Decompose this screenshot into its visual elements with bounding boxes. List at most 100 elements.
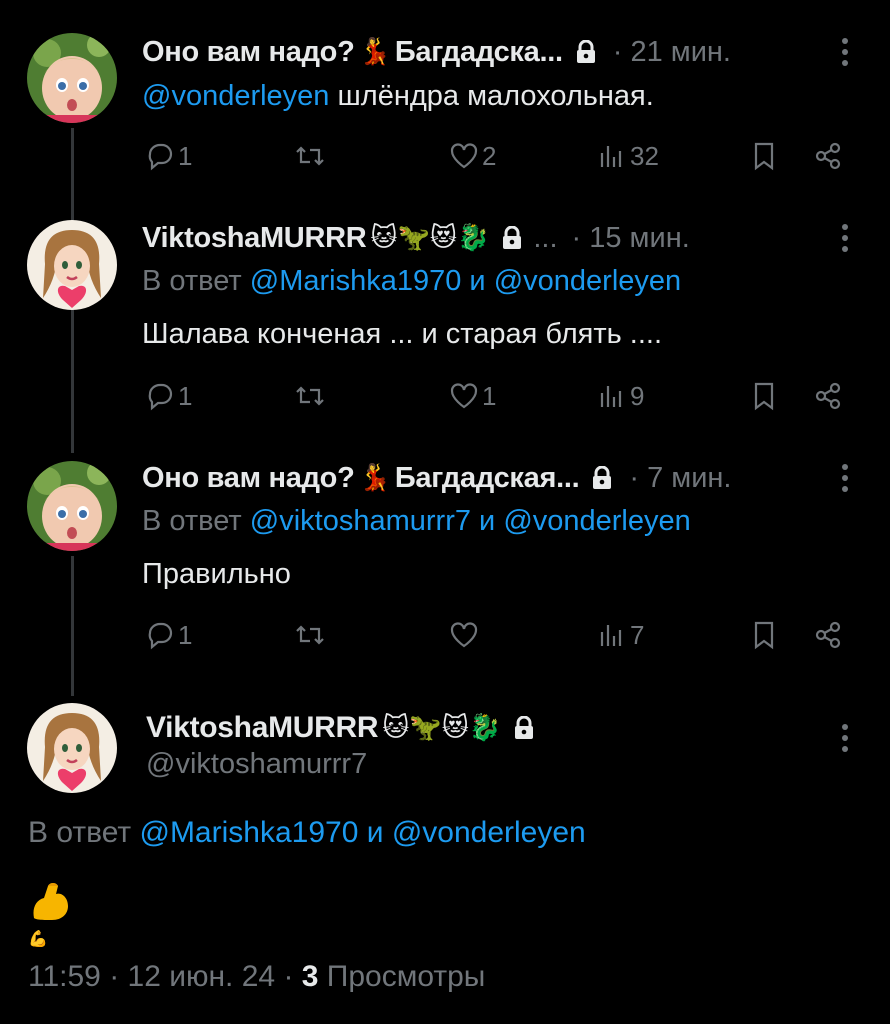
like-count: 2	[482, 140, 497, 171]
views-total: 3	[301, 960, 319, 993]
main-author-row: ViktoshaMURRR 🐱🦖😻🐉	[146, 708, 545, 748]
tweet-body: шлёндра малохольная.	[329, 80, 654, 112]
reply-icon	[148, 622, 173, 650]
more-icon[interactable]	[836, 32, 854, 72]
share-button[interactable]	[812, 376, 844, 416]
post-date[interactable]: 12 июн. 24	[128, 960, 276, 993]
author-emoji: 🐱🦖😻🐉	[382, 713, 502, 743]
more-icon[interactable]	[836, 458, 854, 498]
mention-link[interactable]: @vonderleyen	[494, 265, 681, 297]
reply-and: и	[358, 816, 392, 849]
reply-button[interactable]: 1	[144, 376, 192, 416]
share-icon	[815, 142, 841, 170]
views-button[interactable]: 32	[596, 136, 659, 176]
reply-count: 1	[178, 140, 193, 171]
author-emoji: 💃	[358, 37, 391, 67]
post-time[interactable]: 11:59	[28, 960, 101, 993]
bookmark-button[interactable]	[748, 376, 780, 416]
views-button[interactable]: 9	[596, 376, 644, 416]
views-icon	[600, 625, 622, 646]
share-button[interactable]	[812, 136, 844, 176]
reply-prefix: В ответ	[28, 816, 140, 849]
tweet-body: Правильно	[142, 558, 291, 590]
mention-link[interactable]: @vonderleyen	[142, 80, 329, 112]
share-icon	[815, 621, 841, 649]
lock-icon	[593, 466, 612, 489]
reply-button[interactable]: 1	[144, 136, 192, 176]
like-icon	[450, 622, 478, 648]
like-button[interactable]: 2	[448, 136, 496, 176]
like-button[interactable]: 1	[448, 376, 496, 416]
mention-link[interactable]: @Marishka1970	[250, 265, 462, 297]
views-button[interactable]: 7	[596, 615, 644, 655]
timestamp[interactable]: · 15 мин.	[572, 222, 690, 255]
name-ellipsis: ...	[533, 221, 558, 254]
timestamp[interactable]: · 7 мин.	[629, 462, 731, 495]
action-bar: 1 2 32	[142, 136, 850, 176]
views-count: 7	[630, 619, 645, 650]
author-name[interactable]: ViktoshaMURRR	[146, 711, 379, 745]
reply-context: В ответ @viktoshamurrr7 и @vonderleyen	[142, 505, 691, 538]
lock-icon	[515, 716, 534, 739]
reply-icon	[148, 383, 173, 411]
retweet-button[interactable]	[294, 136, 328, 176]
author-name-suffix[interactable]: Багдадска...	[395, 36, 563, 69]
lock-icon	[576, 40, 595, 63]
timestamp[interactable]: · 21 мин.	[613, 36, 731, 69]
tweet-body: Шалава конченая ... и старая блять ....	[142, 318, 663, 350]
retweet-icon	[296, 146, 324, 166]
reply-prefix: В ответ	[142, 505, 250, 537]
more-icon[interactable]	[836, 718, 854, 758]
reply-icon	[148, 143, 173, 171]
bookmark-button[interactable]	[748, 136, 780, 176]
lock-icon	[503, 226, 522, 249]
author-handle[interactable]: @viktoshamurrr7	[146, 748, 367, 781]
flexed-biceps-emoji: 💪	[28, 878, 74, 948]
tweet-header: Оно вам надо? 💃 Багдадска... · 21 мин.	[142, 32, 800, 72]
avatar-doll[interactable]	[27, 220, 117, 310]
reply-context: В ответ @Marishka1970 и @vonderleyen	[142, 265, 681, 298]
author-name-suffix[interactable]: Багдадская...	[395, 462, 580, 495]
tweet-meta: 11:59 · 12 июн. 24 · 3 Просмотры	[28, 960, 485, 994]
tweet-text: @vonderleyen шлёндра малохольная.	[142, 80, 654, 113]
more-icon[interactable]	[836, 218, 854, 258]
author-name[interactable]: Оно вам надо?	[142, 462, 355, 495]
author-emoji: 🐱🦖😻🐉	[370, 223, 490, 253]
avatar-baby[interactable]	[27, 33, 117, 123]
author-emoji: 💃	[358, 463, 391, 493]
like-button[interactable]	[448, 615, 482, 655]
bookmark-button[interactable]	[748, 615, 780, 655]
reply-context: В ответ @Marishka1970 и @vonderleyen	[28, 816, 586, 850]
thread-line	[71, 556, 74, 696]
mention-link[interactable]: @vonderleyen	[503, 505, 690, 537]
avatar-baby[interactable]	[27, 461, 117, 551]
reply-and: и	[461, 265, 494, 297]
share-icon	[815, 382, 841, 410]
author-name[interactable]: Оно вам надо?	[142, 36, 355, 69]
views-icon	[600, 146, 622, 167]
retweet-icon	[296, 625, 324, 645]
author-name[interactable]: ViktoshaMURRR	[142, 222, 367, 255]
reply-count: 1	[178, 380, 193, 411]
mention-link[interactable]: @vonderleyen	[392, 816, 586, 849]
avatar-doll[interactable]	[27, 703, 117, 793]
mention-link[interactable]: @Marishka1970	[139, 816, 358, 849]
bookmark-icon	[754, 621, 774, 650]
views-icon	[600, 386, 622, 407]
reply-prefix: В ответ	[142, 265, 250, 297]
reply-and: и	[470, 505, 504, 537]
retweet-button[interactable]	[294, 376, 328, 416]
action-bar: 1 1 9	[142, 376, 850, 416]
action-bar: 1 7	[142, 615, 850, 655]
views-count: 9	[630, 380, 645, 411]
reply-button[interactable]: 1	[144, 615, 192, 655]
retweet-icon	[296, 386, 324, 406]
separator: ·	[100, 960, 128, 993]
retweet-button[interactable]	[294, 615, 328, 655]
like-icon	[450, 383, 478, 409]
mention-link[interactable]: @viktoshamurrr7	[250, 505, 471, 537]
share-button[interactable]	[812, 615, 844, 655]
like-count: 1	[482, 380, 497, 411]
tweet-header: Оно вам надо? 💃 Багдадская... · 7 мин.	[142, 458, 800, 498]
bookmark-icon	[754, 142, 774, 171]
